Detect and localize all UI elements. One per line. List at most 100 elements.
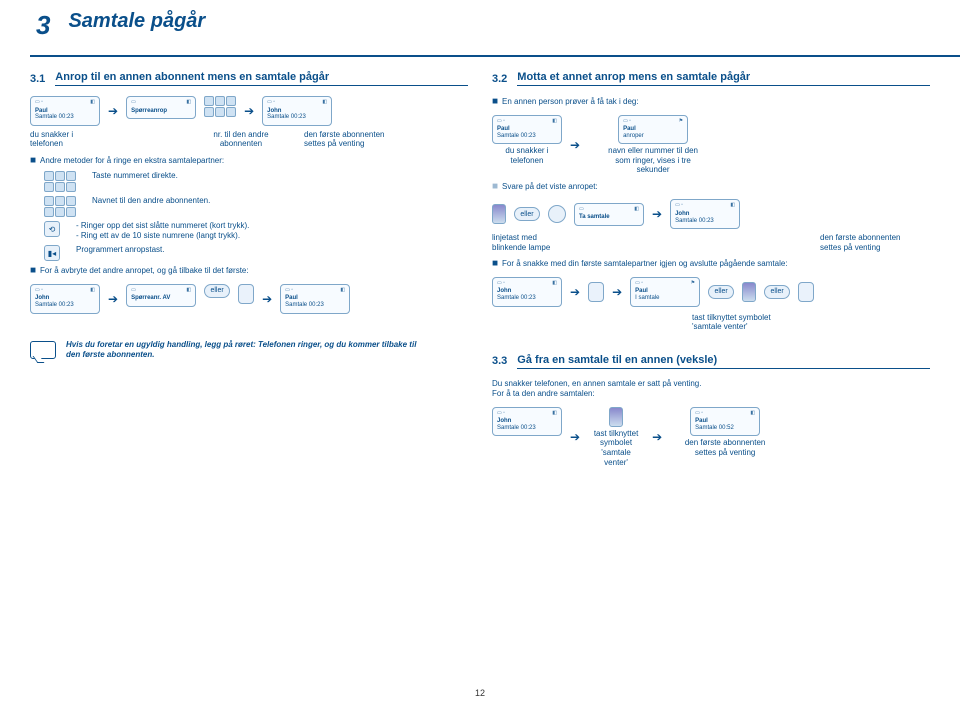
screen-title: Spørreanrop — [131, 108, 191, 115]
desc: - Ringer opp det sist slåtte nummeret (k… — [76, 221, 249, 241]
or-pill: eller — [514, 207, 540, 221]
line-lamp-icon — [492, 204, 506, 224]
or-pill: eller — [764, 285, 790, 299]
keypad-icon — [204, 96, 236, 117]
note-snakke: ■For å snakke med din første samtalepart… — [492, 258, 930, 271]
screen-status: anroper — [623, 133, 683, 140]
caption: du snakker i telefonen — [505, 146, 548, 165]
line-lamp-icon — [742, 282, 756, 302]
caption: den første abonnenten settes på venting — [670, 438, 780, 457]
screen-status: Samtale 00:23 — [285, 302, 345, 309]
screen-status: Samtale 00:52 — [695, 425, 755, 432]
handset-icon — [588, 282, 604, 302]
screen-name: Paul — [35, 108, 95, 115]
handset-icon — [798, 282, 814, 302]
arrow-icon: ➔ — [262, 292, 272, 306]
caption: navn eller nummer til den som ringer, vi… — [588, 146, 718, 175]
desc: Programmert anropstast. — [76, 245, 164, 255]
arrow-icon: ➔ — [652, 430, 662, 444]
phone-screen: ▭ ▫◧ John Samtale 00:23 — [492, 277, 562, 307]
screen-status: Samtale 00:23 — [35, 114, 95, 121]
intro-line: ■En annen person prøver å få tak i deg: — [492, 96, 930, 109]
arrow-icon: ➔ — [108, 292, 118, 306]
arrow-icon: ➔ — [570, 138, 580, 152]
screen-name: Paul — [695, 418, 755, 425]
left-column: 3.1 Anrop til en annen abonnent mens en … — [30, 71, 468, 473]
section-number: 3.2 — [492, 73, 507, 85]
screen-status: I samtale — [635, 295, 695, 302]
chapter-title: Samtale pågår — [68, 10, 205, 33]
keypad-icon — [44, 196, 76, 217]
caption: den første abonnenten settes på venting — [820, 233, 930, 252]
caption: linjetast med blinkende lampe — [492, 233, 562, 252]
screen-name: Paul — [497, 126, 557, 133]
screen-status: Samtale 00:23 — [497, 295, 557, 302]
phone-screen: ▭ ▫◧ John Samtale 00:23 — [670, 199, 740, 229]
ok-key-icon — [548, 205, 566, 223]
screen-status: Samtale 00:23 — [35, 302, 95, 309]
redial-key-icon: ⟲ — [44, 221, 60, 237]
caption: den første abonnenten settes på venting — [304, 130, 404, 149]
section-3-1-heading: 3.1 Anrop til en annen abonnent mens en … — [30, 71, 468, 86]
phone-screen: ▭ ▫◧ Paul Samtale 00:23 — [30, 96, 100, 126]
desc: Taste nummeret direkte. — [92, 171, 178, 181]
phone-screen: ▭ ▫◧ John Samtale 00:23 — [492, 407, 562, 437]
screen-name: John — [675, 211, 735, 218]
desc: Navnet til den andre abonnenten. — [92, 196, 210, 206]
arrow-icon: ➔ — [612, 285, 622, 299]
arrow-icon: ➔ — [108, 104, 118, 118]
screen-status: Samtale 00:23 — [497, 133, 557, 140]
warning-text: Hvis du foretar en ugyldig handling, leg… — [66, 340, 426, 360]
phone-screen: ▭ ▫◧ John Samtale 00:23 — [30, 284, 100, 314]
note-andre-metoder: ■Andre metoder for å ringe en ekstra sam… — [30, 155, 468, 168]
chapter-rule — [30, 55, 960, 57]
screen-status: Samtale 00:23 — [675, 218, 735, 225]
phone-screen: ▭ ▫◧ John Samtale 00:23 — [262, 96, 332, 126]
caption: tast tilknyttet symbolet 'samtale venter… — [692, 313, 930, 332]
section-3-3-heading: 3.3 Gå fra en samtale til en annen (veks… — [492, 354, 930, 369]
caption: du snakker i telefonen — [30, 130, 100, 149]
phone-screen: ▭ ▫◧ Paul Samtale 00:23 — [492, 115, 562, 145]
phone-screen: ▭ ▫◧ Paul Samtale 00:23 — [280, 284, 350, 314]
screen-name: Paul — [285, 295, 345, 302]
note-text: For å avbryte det andre anropet, og gå t… — [40, 266, 249, 275]
phone-screen: ▭◧ Spørreanr. AV — [126, 284, 196, 307]
screen-status: Samtale 00:23 — [267, 114, 327, 121]
screen-name: John — [497, 288, 557, 295]
page-number: 12 — [475, 688, 485, 698]
screen-title: Spørreanr. AV — [131, 295, 191, 302]
or-pill: eller — [708, 285, 734, 299]
phone-screen: ▭◧ Spørreanrop — [126, 96, 196, 119]
or-pill: eller — [204, 284, 230, 298]
speech-bubble-icon — [30, 341, 56, 359]
screen-name: John — [497, 418, 557, 425]
note-text: En annen person prøver å få tak i deg: — [502, 97, 639, 106]
screen-name: Paul — [623, 126, 683, 133]
caption: tast tilknyttet symbolet 'samtale venter… — [588, 429, 644, 467]
chapter-header: 3 Samtale pågår — [30, 10, 930, 41]
chapter-number: 3 — [30, 10, 50, 41]
note-text: For å snakke med din første samtalepartn… — [502, 259, 788, 268]
line33a: Du snakker telefonen, en annen samtale e… — [492, 379, 930, 389]
arrow-icon: ➔ — [570, 430, 580, 444]
phone-screen: ▭ ▫◧ Paul Samtale 00:52 — [690, 407, 760, 437]
handset-icon — [238, 284, 254, 304]
note-svare: ■Svare på det viste anropet: — [492, 181, 930, 194]
line33b: For å ta den andre samtalen: — [492, 389, 930, 399]
prog-key-icon: ▮◂ — [44, 245, 60, 261]
section-title: Motta et annet anrop mens en samtale påg… — [517, 71, 930, 86]
arrow-icon: ➔ — [570, 285, 580, 299]
flow-row-1: ▭ ▫◧ Paul Samtale 00:23 ➔ ▭◧ Spørreanrop… — [30, 96, 468, 126]
caption: nr. til den andre abonnenten — [206, 130, 276, 149]
section-title: Anrop til en annen abonnent mens en samt… — [55, 71, 468, 86]
arrow-icon: ➔ — [652, 207, 662, 221]
section-number: 3.1 — [30, 73, 45, 85]
screen-name: John — [35, 295, 95, 302]
phone-screen: ▭◧ Ta samtale — [574, 203, 644, 226]
section-title: Gå fra en samtale til en annen (veksle) — [517, 354, 930, 369]
keypad-icon — [44, 171, 76, 192]
screen-status: Samtale 00:23 — [497, 425, 557, 432]
screen-title: Ta samtale — [579, 214, 639, 221]
note-text: Svare på det viste anropet: — [502, 182, 598, 191]
section-number: 3.3 — [492, 355, 507, 367]
